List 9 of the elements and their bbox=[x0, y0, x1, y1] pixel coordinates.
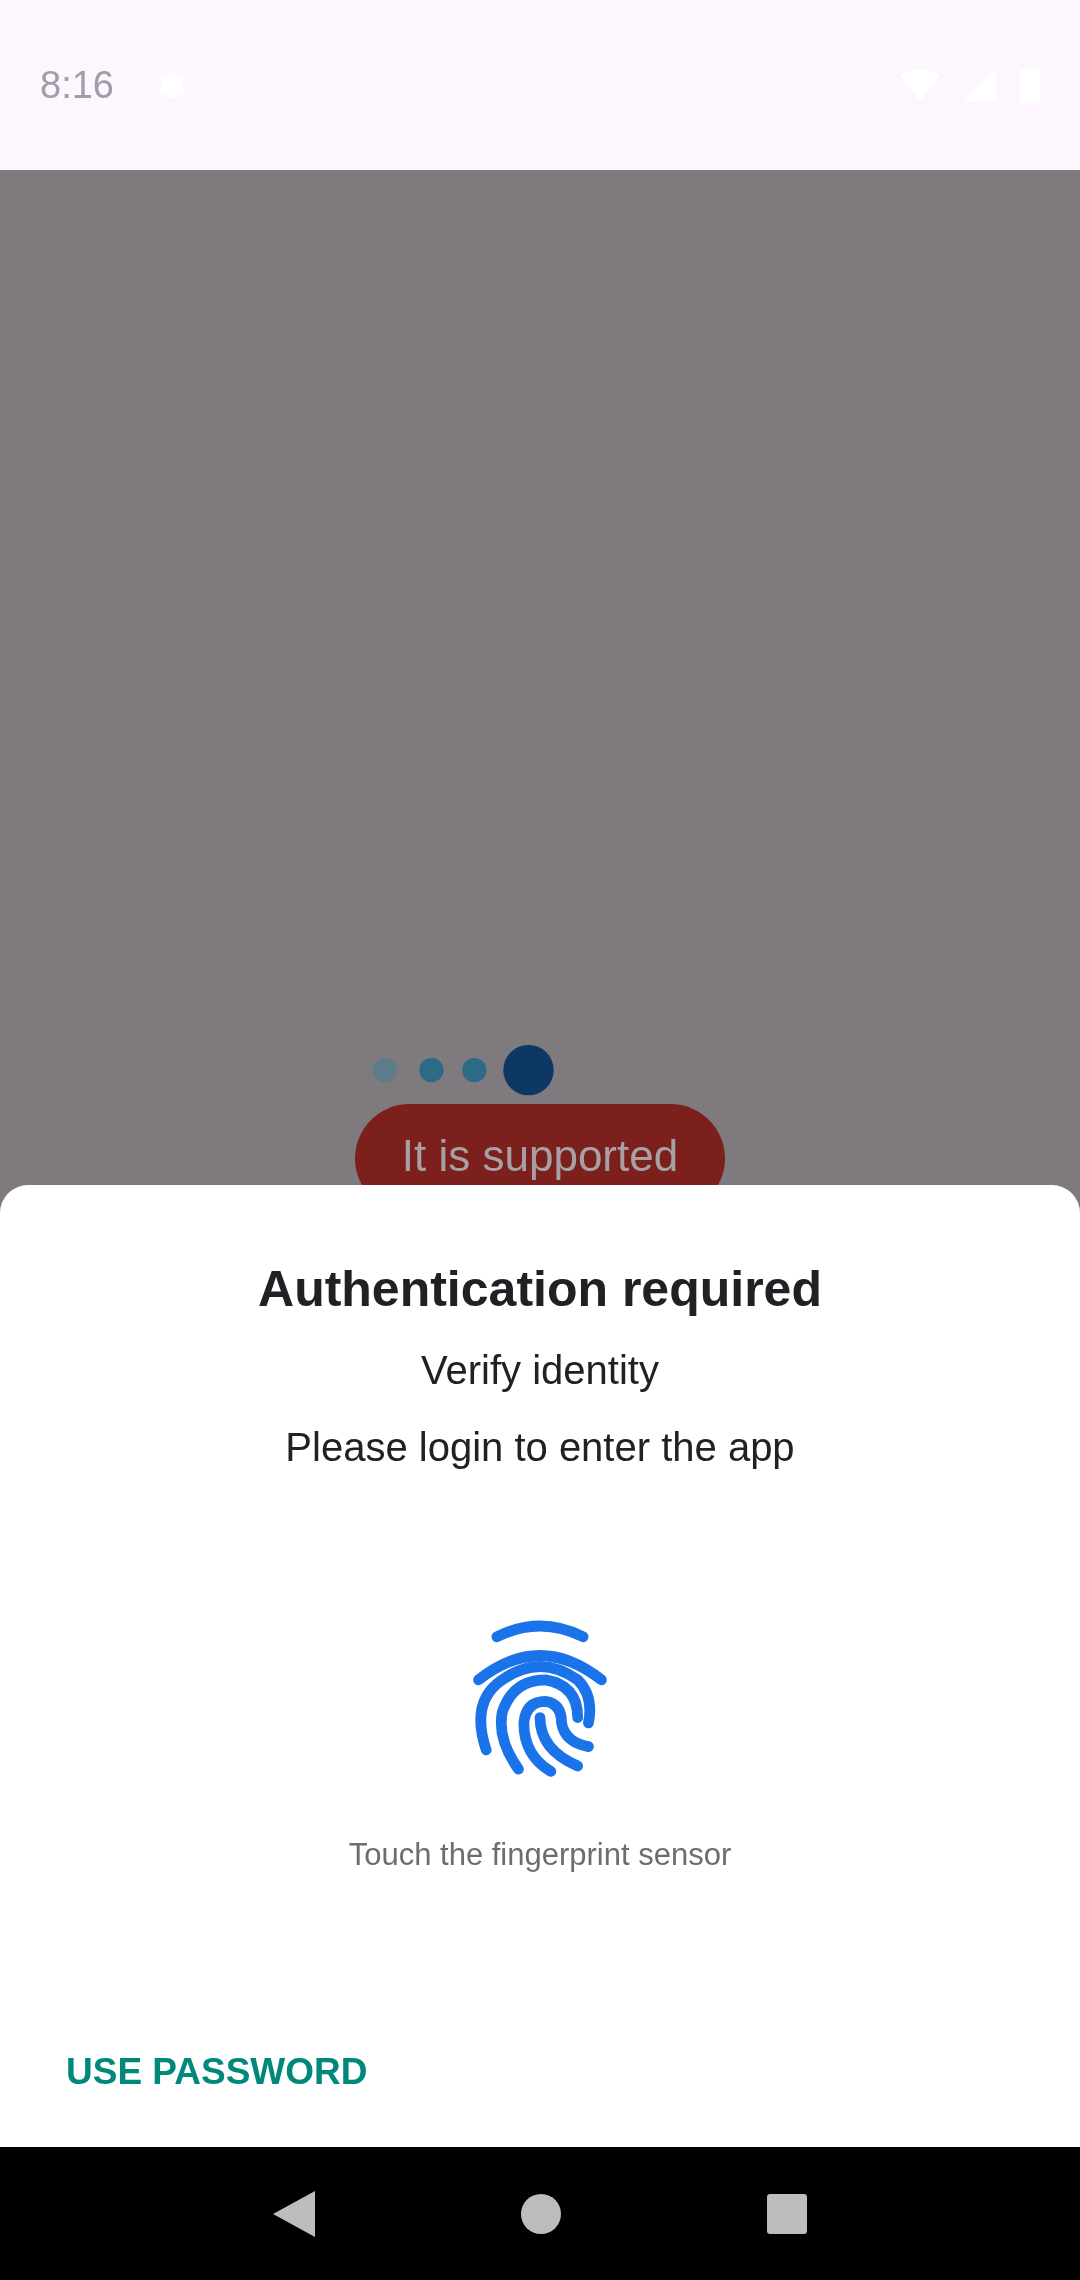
dialog-description: Please login to enter the app bbox=[285, 1425, 795, 1470]
status-time: 8:16 bbox=[40, 63, 114, 107]
dialog-subtitle: Verify identity bbox=[421, 1348, 659, 1393]
back-icon[interactable] bbox=[273, 2190, 315, 2237]
home-icon[interactable] bbox=[521, 2193, 561, 2234]
use-password-button[interactable]: USE PASSWORD bbox=[44, 2037, 390, 2107]
recents-icon[interactable] bbox=[767, 2193, 807, 2234]
fingerprint-hint: Touch the fingerprint sensor bbox=[348, 1837, 732, 1873]
dialog-title: Authentication required bbox=[258, 1260, 822, 1318]
